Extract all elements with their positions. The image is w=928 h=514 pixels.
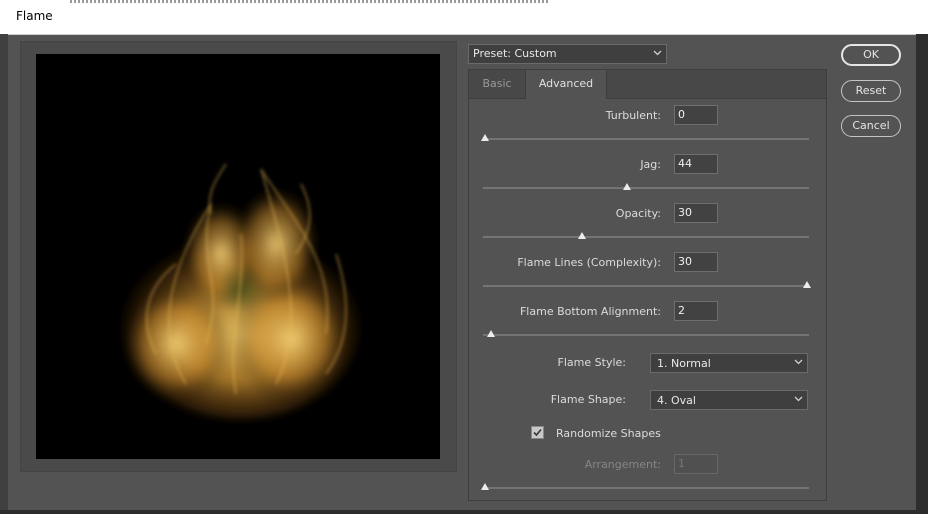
dialog-frame-right [916,34,928,514]
turbulent-input[interactable]: 0 [674,105,718,125]
randomize-shapes-label[interactable]: Randomize Shapes [556,427,661,440]
preset-dropdown[interactable]: Preset: Custom [468,44,667,64]
flame-shape-select[interactable]: 4. Oval [650,390,808,410]
title-bar: Flame [0,0,928,35]
opacity-input[interactable]: 30 [674,203,718,223]
ok-button[interactable]: OK [841,44,901,66]
dialog-frame-left [0,34,8,514]
flame-shape-value: 4. Oval [657,394,696,407]
window-title: Flame [16,9,53,23]
flame-style-label: Flame Style: [557,356,626,369]
arrangement-slider-thumb[interactable] [481,483,489,490]
bottom-alignment-slider-track[interactable] [483,334,809,336]
flame-preview [36,54,440,459]
jag-label: Jag: [640,158,661,171]
flame-lines-slider-track[interactable] [483,285,809,287]
jag-input[interactable]: 44 [674,154,718,174]
chevron-down-icon [794,396,803,402]
tab-basic[interactable]: Basic [469,70,525,98]
chevron-down-icon [653,50,662,56]
flame-lines-label: Flame Lines (Complexity): [517,256,661,269]
flame-style-value: 1. Normal [657,357,711,370]
bottom-alignment-slider-thumb[interactable] [487,330,496,337]
opacity-label: Opacity: [615,207,661,220]
title-bar-grip [70,0,548,3]
jag-slider-track[interactable] [483,187,809,189]
opacity-slider-thumb[interactable] [577,232,586,239]
flame-style-select[interactable]: 1. Normal [650,353,808,373]
flame-lines-input[interactable]: 30 [674,252,718,272]
preset-label: Preset: Custom [473,47,557,60]
jag-slider-thumb[interactable] [622,183,631,190]
reset-button[interactable]: Reset [841,80,901,102]
flame-lines-slider-thumb[interactable] [803,281,811,288]
randomize-shapes-checkbox[interactable] [531,426,544,439]
tab-strip: Basic Advanced [469,70,826,99]
cancel-button[interactable]: Cancel [841,115,901,137]
turbulent-slider-thumb[interactable] [481,134,489,141]
turbulent-label: Turbulent: [605,109,661,122]
flame-image [121,163,361,419]
arrangement-slider-track[interactable] [483,487,809,489]
arrangement-input[interactable]: 1 [674,454,718,474]
arrangement-label: Arrangement: [584,458,661,471]
opacity-slider-track[interactable] [483,236,809,238]
chevron-down-icon [794,359,803,365]
checkmark-icon [533,428,542,437]
bottom-alignment-label: Flame Bottom Alignment: [519,305,661,318]
turbulent-slider-track[interactable] [483,138,809,140]
bottom-alignment-input[interactable]: 2 [674,301,718,321]
flame-shape-label: Flame Shape: [550,393,626,406]
dialog-frame-bottom [0,510,928,514]
tab-advanced[interactable]: Advanced [525,70,607,99]
